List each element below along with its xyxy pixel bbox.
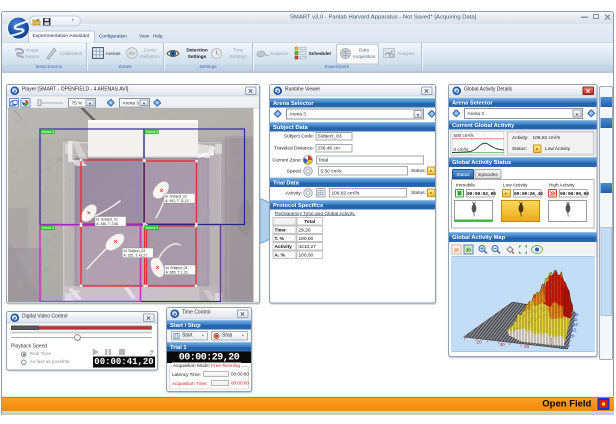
svg-text:0 cm²/s: 0 cm²/s (454, 147, 470, 152)
svg-text:20: 20 (477, 340, 483, 346)
svg-text:40: 40 (524, 344, 530, 350)
svg-text:25: 25 (561, 345, 566, 350)
svg-text:10: 10 (573, 322, 578, 327)
svg-text:20: 20 (570, 334, 575, 339)
svg-text:500 cm²/s: 500 cm²/s (454, 133, 475, 138)
svg-text:30: 30 (500, 342, 506, 348)
svg-text:RA: RA (129, 51, 135, 56)
